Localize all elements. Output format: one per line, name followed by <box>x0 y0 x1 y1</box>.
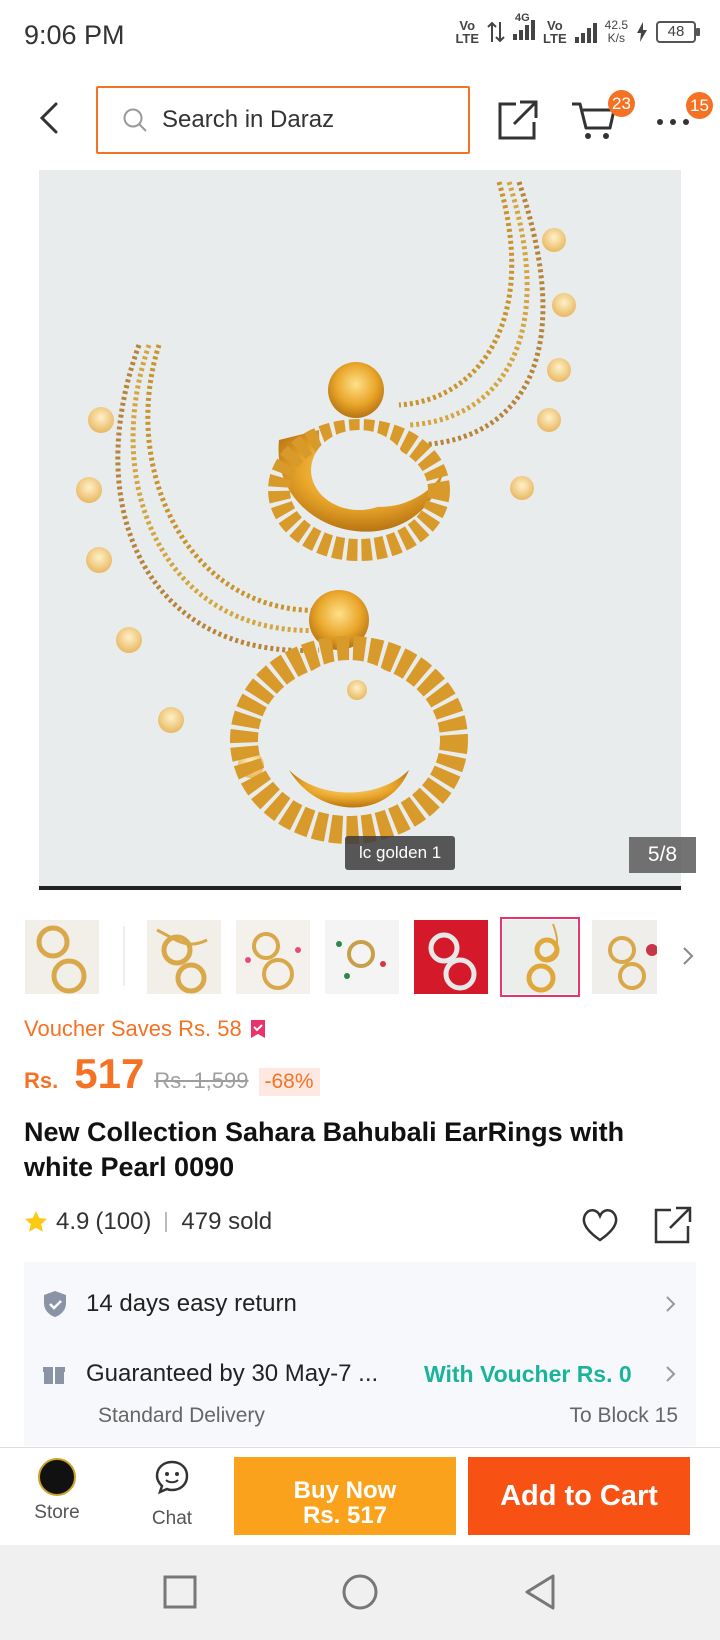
chat-button[interactable]: Chat <box>132 1458 212 1530</box>
add-to-cart-button[interactable]: Add to Cart <box>468 1457 690 1535</box>
rating-count: (100) <box>95 1208 152 1235</box>
product-image[interactable]: lc golden 1 <box>39 170 681 890</box>
image-counter: 5/8 <box>629 837 696 873</box>
back-triangle-icon[interactable] <box>519 1571 561 1613</box>
voucher-tag-icon <box>250 1020 265 1038</box>
currency-label: Rs. <box>24 1068 59 1093</box>
more-menu-button[interactable]: 15 <box>650 92 714 148</box>
thumbnail-5[interactable] <box>414 920 488 994</box>
earrings-illustration <box>76 181 576 844</box>
store-logo <box>38 1458 76 1496</box>
network-type-label: 4G <box>515 12 530 24</box>
delivery-location: To Block 15 <box>569 1404 678 1427</box>
rating-value: 4.9 <box>56 1208 90 1235</box>
price-row: Rs. 517 Rs. 1,599 -68% <box>24 1050 320 1098</box>
cart-count-badge: 23 <box>608 90 635 117</box>
current-price: 517 <box>74 1050 145 1097</box>
discount-badge: -68% <box>258 1068 320 1096</box>
store-label: Store <box>34 1502 80 1523</box>
volte-icon: Vo LTE <box>455 17 480 46</box>
chat-label: Chat <box>151 1508 193 1529</box>
thumbnail-6-selected[interactable] <box>500 917 580 997</box>
bottom-action-bar: Store Chat Buy Now Rs. 517 Add to Cart <box>0 1447 720 1545</box>
recent-apps-icon[interactable] <box>159 1571 201 1613</box>
notification-count-badge: 15 <box>686 92 713 119</box>
delivery-voucher-link[interactable]: With Voucher Rs. 0 <box>424 1361 632 1388</box>
return-policy-row[interactable]: 14 days easy return <box>24 1282 696 1326</box>
image-caption: lc golden 1 <box>345 836 456 870</box>
service-info-card: 14 days easy return Guaranteed by 30 May… <box>24 1262 696 1446</box>
delivery-type: Standard Delivery <box>98 1404 265 1427</box>
thumbnail-1[interactable] <box>25 920 99 994</box>
signal-icon-1: 4G <box>513 12 536 45</box>
thumbnail-3[interactable] <box>236 920 310 994</box>
delivery-row[interactable]: Guaranteed by 30 May-7 ... With Voucher … <box>24 1352 696 1396</box>
more-dots-icon <box>657 119 689 125</box>
thumbnail-separator <box>123 926 125 986</box>
voucher-text: Voucher Saves Rs. 58 <box>24 1016 242 1041</box>
status-bar: 9:06 PM Vo LTE 4G Vo LTE 42.5 K/s 48 <box>0 0 720 72</box>
cart-button[interactable]: 23 <box>570 90 635 148</box>
search-input[interactable]: Search in Daraz <box>96 86 470 154</box>
rating-divider <box>165 1212 168 1232</box>
signal-icon-2 <box>574 21 597 43</box>
battery-icon: 48 <box>656 20 700 43</box>
product-gallery[interactable]: lc golden 1 5/8 <box>0 168 720 892</box>
return-policy-text: 14 days easy return <box>86 1290 297 1317</box>
gift-icon <box>43 1367 65 1384</box>
chevron-right-icon <box>666 1296 676 1312</box>
charging-icon <box>637 21 647 42</box>
heart-icon[interactable] <box>580 1205 620 1245</box>
voucher-savings[interactable]: Voucher Saves Rs. 58 <box>24 1016 266 1042</box>
star-icon <box>25 1211 47 1232</box>
top-bar: Search in Daraz 23 15 <box>0 72 720 168</box>
status-time: 9:06 PM <box>24 20 125 50</box>
delivery-guarantee-text: Guaranteed by 30 May-7 ... <box>86 1360 379 1387</box>
buy-now-button[interactable]: Buy Now Rs. 517 <box>234 1457 456 1535</box>
shield-check-icon <box>44 1291 66 1317</box>
share-icon-2[interactable] <box>652 1204 694 1246</box>
chevron-right-icon <box>666 1366 676 1382</box>
original-price: Rs. 1,599 <box>154 1068 249 1093</box>
chat-icon <box>155 1460 189 1495</box>
share-icon[interactable] <box>494 96 542 144</box>
volte-icon-2: Vo LTE <box>543 17 567 46</box>
product-title: New Collection Sahara Bahubali EarRings … <box>24 1117 625 1182</box>
sold-count: 479 sold <box>181 1208 273 1235</box>
buy-now-label: Buy Now <box>293 1477 397 1504</box>
back-arrow-icon[interactable] <box>28 96 72 140</box>
speed-unit: K/s <box>607 30 625 45</box>
speed-value: 42.5 <box>604 17 628 32</box>
rating-row[interactable]: 4.9 (100) 479 sold <box>24 1208 272 1236</box>
thumbnail-4[interactable] <box>325 920 399 994</box>
search-icon <box>123 108 147 132</box>
status-icons: Vo LTE 4G Vo LTE 42.5 K/s 48 <box>455 12 700 46</box>
thumbnail-2[interactable] <box>147 920 221 994</box>
network-speed: 42.5 K/s <box>604 17 628 45</box>
data-arrows-icon <box>487 21 505 42</box>
search-placeholder: Search in Daraz <box>162 106 335 133</box>
chevron-right-icon[interactable] <box>676 940 700 972</box>
store-button[interactable]: Store <box>17 1458 97 1524</box>
buy-now-price: Rs. 517 <box>302 1502 388 1529</box>
thumbnail-7[interactable] <box>592 920 657 994</box>
home-icon[interactable] <box>339 1571 381 1613</box>
thumbnail-strip <box>0 916 720 998</box>
system-nav-bar <box>0 1545 720 1640</box>
